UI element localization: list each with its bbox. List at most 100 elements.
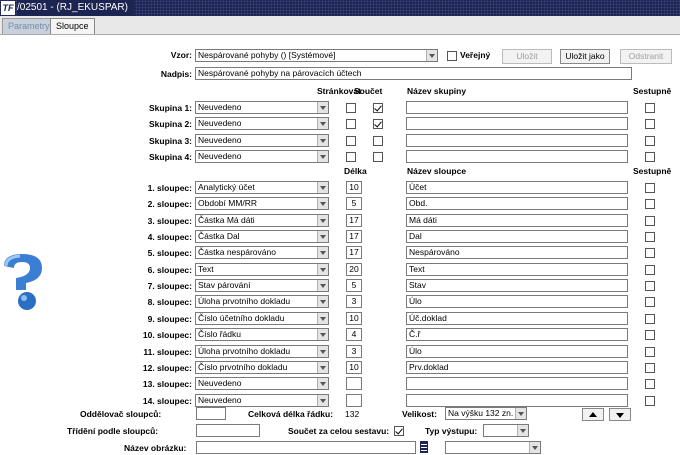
chevron-down-icon xyxy=(317,198,328,209)
sestupne-checkbox[interactable] xyxy=(645,103,655,113)
sloupec-select[interactable]: Číslo prvotního dokladu xyxy=(195,361,329,374)
sloupec-select[interactable]: Analytický účet xyxy=(195,181,329,194)
sloupec-select[interactable]: Stav párování xyxy=(195,279,329,292)
nazev-sloupce-input[interactable]: Text xyxy=(406,263,628,276)
strankovat-checkbox[interactable] xyxy=(346,119,356,129)
delka-input[interactable]: 17 xyxy=(346,230,362,243)
sestupne-checkbox[interactable] xyxy=(645,363,655,373)
nazev-skupiny-input[interactable] xyxy=(406,150,628,163)
delka-input[interactable]: 3 xyxy=(346,345,362,358)
nazev-sloupce-input[interactable]: Úlo xyxy=(406,345,628,358)
strankovat-checkbox[interactable] xyxy=(346,103,356,113)
sestupne-checkbox[interactable] xyxy=(645,136,655,146)
sloupec-select[interactable]: Neuvedeno xyxy=(195,394,329,407)
vzor-select[interactable]: Nespárované pohyby () [Systémové] xyxy=(195,49,438,62)
soucet-checkbox[interactable] xyxy=(373,136,383,146)
skupina-select[interactable]: Neuvedeno xyxy=(195,150,329,163)
sloupec-select[interactable]: Období MM/RR xyxy=(195,197,329,210)
sestupne-checkbox[interactable] xyxy=(645,216,655,226)
nazev-sloupce-input[interactable]: Účet xyxy=(406,181,628,194)
delka-input[interactable]: 10 xyxy=(346,181,362,194)
typ-vystupu-select[interactable] xyxy=(483,424,529,437)
sestupne-checkbox[interactable] xyxy=(645,314,655,324)
trideni-input[interactable] xyxy=(196,424,260,437)
ulozit-button[interactable]: Uložit xyxy=(502,49,552,64)
chevron-down-icon xyxy=(517,425,528,436)
delka-input[interactable]: 10 xyxy=(346,312,362,325)
nazev-skupiny-input[interactable] xyxy=(406,134,628,147)
sestupne-checkbox[interactable] xyxy=(645,265,655,275)
sloupec-select[interactable]: Neuvedeno xyxy=(195,377,329,390)
delka-input[interactable]: 5 xyxy=(346,197,362,210)
sestupne-checkbox[interactable] xyxy=(645,248,655,258)
sloupec-select[interactable]: Text xyxy=(195,263,329,276)
sestupne-checkbox[interactable] xyxy=(645,232,655,242)
oddelovac-input[interactable] xyxy=(196,407,226,420)
soucet-sestava-checkbox[interactable] xyxy=(394,426,404,436)
ulozit-jako-button[interactable]: Uložit jako xyxy=(560,49,610,64)
delka-input[interactable] xyxy=(346,394,362,407)
nazev-sloupce-input[interactable]: Úč.doklad xyxy=(406,312,628,325)
obrazek-select[interactable] xyxy=(445,441,541,454)
nazev-sloupce-input[interactable]: Úlo xyxy=(406,295,628,308)
delka-input[interactable] xyxy=(346,377,362,390)
sloupec-select[interactable]: Úloha prvotního dokladu xyxy=(195,295,329,308)
nazev-sloupce-input[interactable]: Č.ř xyxy=(406,328,628,341)
delka-input[interactable]: 4 xyxy=(346,328,362,341)
sestupne-checkbox[interactable] xyxy=(645,379,655,389)
obrazek-input[interactable] xyxy=(196,441,416,454)
nazev-sloupce-input[interactable]: Obd. xyxy=(406,197,628,210)
soucet-checkbox[interactable] xyxy=(373,152,383,162)
delka-input[interactable]: 10 xyxy=(346,361,362,374)
soucet-checkbox[interactable] xyxy=(373,119,383,129)
nazev-sloupce-input[interactable]: Dal xyxy=(406,230,628,243)
nazev-skupiny-input[interactable] xyxy=(406,101,628,114)
sloupec-select[interactable]: Částka nespárováno xyxy=(195,246,329,259)
nazev-sloupce-input[interactable] xyxy=(406,377,628,390)
chevron-down-icon xyxy=(317,231,328,242)
nadpis-input[interactable]: Nespárované pohyby na párovacích účtech xyxy=(195,67,632,80)
soucet-checkbox[interactable] xyxy=(373,103,383,113)
nazev-sloupce-input[interactable]: Prv.doklad xyxy=(406,361,628,374)
tab-sloupce[interactable]: Sloupce xyxy=(50,18,95,34)
verejny-checkbox[interactable] xyxy=(447,51,457,61)
delka-input[interactable]: 3 xyxy=(346,295,362,308)
sloupec-select[interactable]: Úloha prvotního dokladu xyxy=(195,345,329,358)
strankovat-checkbox[interactable] xyxy=(346,136,356,146)
odstranit-button[interactable]: Odstranit xyxy=(620,49,672,64)
sestupne-checkbox[interactable] xyxy=(645,152,655,162)
sestupne-checkbox[interactable] xyxy=(645,330,655,340)
move-down-button[interactable] xyxy=(609,408,631,421)
sloupec-select[interactable]: Číslo řádku xyxy=(195,328,329,341)
nazev-sloupce-input[interactable] xyxy=(406,394,628,407)
sestupne-checkbox[interactable] xyxy=(645,396,655,406)
sestupne-checkbox[interactable] xyxy=(645,119,655,129)
delka-input[interactable]: 5 xyxy=(346,279,362,292)
nazev-sloupce-input[interactable]: Má dáti xyxy=(406,214,628,227)
skupina-select[interactable]: Neuvedeno xyxy=(195,101,329,114)
sestupne-checkbox[interactable] xyxy=(645,281,655,291)
skupina-select[interactable]: Neuvedeno xyxy=(195,117,329,130)
sloupec-select[interactable]: Číslo účetního dokladu xyxy=(195,312,329,325)
sestupne-checkbox[interactable] xyxy=(645,199,655,209)
nazev-skupiny-input[interactable] xyxy=(406,117,628,130)
sestupne-checkbox[interactable] xyxy=(645,183,655,193)
celkova-delka-value: 132 xyxy=(345,409,360,419)
delka-input[interactable]: 20 xyxy=(346,263,362,276)
sloupec-select-value: Neuvedeno xyxy=(198,378,242,388)
velikost-select[interactable]: Na výšku 132 zn. xyxy=(445,407,527,420)
nazev-sloupce-input[interactable]: Stav xyxy=(406,279,628,292)
list-icon[interactable] xyxy=(420,441,428,453)
strankovat-checkbox[interactable] xyxy=(346,152,356,162)
sloupec-select[interactable]: Částka Má dáti xyxy=(195,214,329,227)
sloupec-select[interactable]: Částka Dal xyxy=(195,230,329,243)
delka-input[interactable]: 17 xyxy=(346,246,362,259)
sestupne-checkbox[interactable] xyxy=(645,297,655,307)
help-question-icon[interactable] xyxy=(0,252,50,317)
sestupne-checkbox[interactable] xyxy=(645,347,655,357)
tab-parametry[interactable]: Parametry xyxy=(2,18,56,34)
nazev-sloupce-input[interactable]: Nespárováno xyxy=(406,246,628,259)
skupina-select[interactable]: Neuvedeno xyxy=(195,134,329,147)
move-up-button[interactable] xyxy=(582,408,604,421)
delka-input[interactable]: 17 xyxy=(346,214,362,227)
